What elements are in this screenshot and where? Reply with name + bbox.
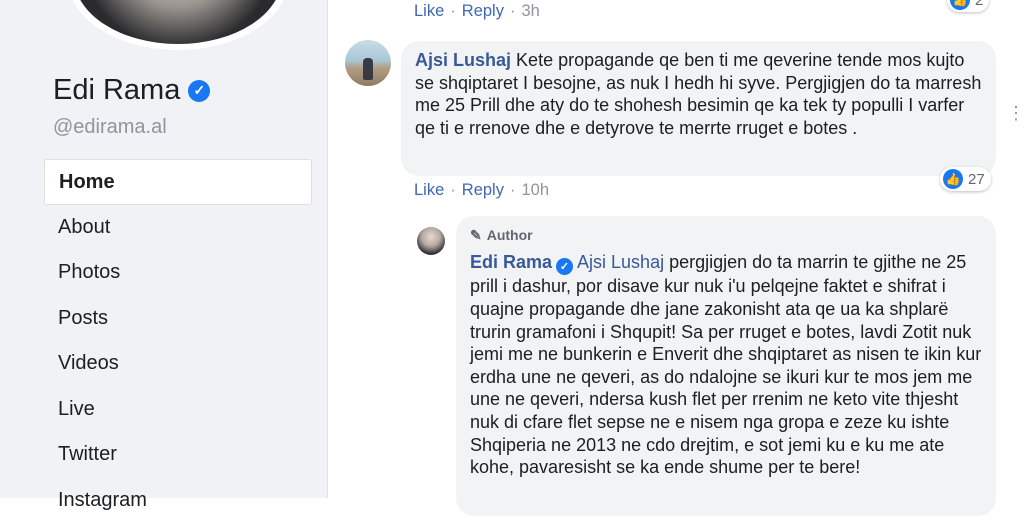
- reply-body: Edi Rama✓Ajsi Lushaj pergjigjen do ta ma…: [470, 251, 982, 479]
- like-reaction-icon: 👍: [950, 0, 970, 10]
- pencil-icon: ✎: [470, 224, 482, 247]
- nav-item-twitter[interactable]: Twitter: [44, 432, 312, 478]
- reply-link[interactable]: Reply: [462, 181, 504, 199]
- nav-item-photos[interactable]: Photos: [44, 250, 312, 296]
- verified-badge-icon: ✓: [188, 80, 210, 102]
- page-title[interactable]: Edi Rama ✓: [53, 74, 210, 107]
- profile-picture[interactable]: ✿: [68, 0, 288, 50]
- profile-photo: [74, 0, 282, 44]
- reply-bubble: ✎ Author Edi Rama✓Ajsi Lushaj pergjigjen…: [456, 216, 996, 516]
- verified-badge-icon: ✓: [556, 258, 573, 275]
- reply-author[interactable]: Edi Rama: [470, 252, 552, 272]
- author-avatar[interactable]: [417, 227, 445, 255]
- page-sidebar: ✿ Edi Rama ✓ @edirama.al Home About Phot…: [0, 0, 328, 498]
- nav-item-home[interactable]: Home: [44, 159, 312, 205]
- author-badge-label: Author: [487, 224, 533, 247]
- nav-item-instagram[interactable]: Instagram: [44, 478, 312, 523]
- more-options-icon[interactable]: ⋮: [1007, 103, 1024, 124]
- reaction-count-badge[interactable]: 👍 2: [947, 0, 989, 12]
- like-reaction-icon: 👍: [943, 169, 963, 189]
- reaction-count-badge[interactable]: 👍 27: [940, 167, 991, 191]
- comment-bubble: Ajsi Lushaj Kete propagande qe ben ti me…: [401, 41, 996, 176]
- separator: ·: [504, 2, 522, 20]
- comment-timestamp[interactable]: 3h: [521, 2, 539, 20]
- mention-link[interactable]: Ajsi Lushaj: [577, 252, 664, 272]
- separator: ·: [504, 181, 522, 199]
- comment-author[interactable]: Ajsi Lushaj: [415, 50, 511, 70]
- reply-text: pergjigjen do ta marrin te gjithe ne 25 …: [470, 252, 981, 478]
- separator: ·: [444, 2, 462, 20]
- comment-actions: Like·Reply·3h: [414, 2, 540, 21]
- separator: ·: [444, 181, 462, 199]
- comment-actions: Like·Reply·10h: [414, 181, 549, 200]
- reaction-count: 27: [968, 171, 985, 188]
- nav-item-live[interactable]: Live: [44, 387, 312, 433]
- page-username[interactable]: @edirama.al: [53, 116, 167, 139]
- commenter-avatar[interactable]: [345, 40, 391, 86]
- avatar-figure: [363, 58, 373, 80]
- nav-item-videos[interactable]: Videos: [44, 341, 312, 387]
- page-name-text: Edi Rama: [53, 74, 180, 107]
- comment-timestamp[interactable]: 10h: [521, 181, 549, 199]
- reaction-count: 2: [975, 0, 983, 9]
- like-link[interactable]: Like: [414, 2, 444, 20]
- like-link[interactable]: Like: [414, 181, 444, 199]
- nav-item-posts[interactable]: Posts: [44, 296, 312, 342]
- page-nav: Home About Photos Posts Videos Live Twit…: [44, 159, 312, 523]
- nav-item-about[interactable]: About: [44, 205, 312, 251]
- author-badge: ✎ Author: [470, 224, 982, 247]
- reply-link[interactable]: Reply: [462, 2, 504, 20]
